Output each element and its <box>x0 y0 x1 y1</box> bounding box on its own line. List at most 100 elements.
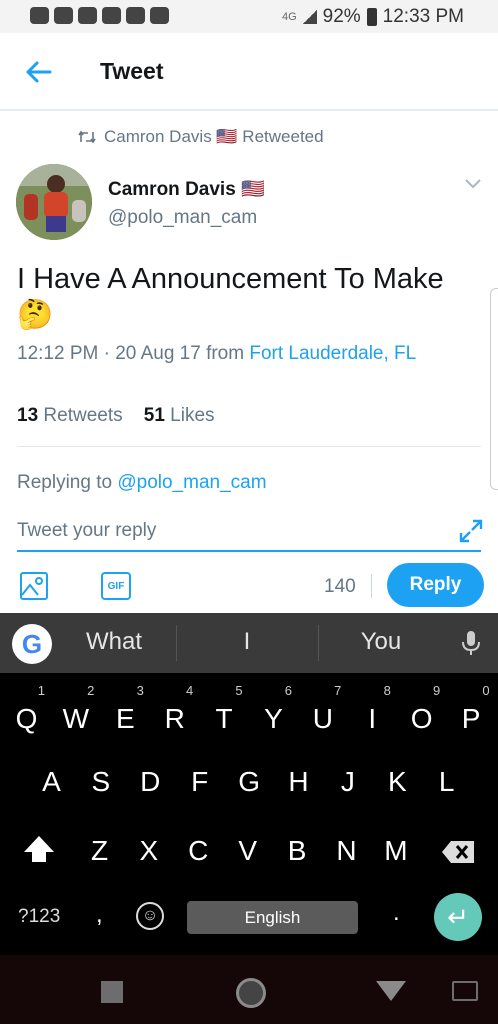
author-name[interactable]: Camron Davis 🇺🇸 <box>108 177 265 201</box>
back-arrow-icon[interactable] <box>22 55 56 89</box>
key-number-hint: 5 <box>235 683 243 698</box>
tweet-time: 12:12 PM · 20 Aug 17 <box>17 343 201 364</box>
page-title: Tweet <box>100 58 164 84</box>
battery-percent: 92% <box>322 6 361 27</box>
key-number-hint: 4 <box>185 683 194 698</box>
key-label: P <box>461 703 481 734</box>
podcast-icon <box>126 7 145 24</box>
key-u[interactable]: 7U <box>298 683 347 735</box>
location-link[interactable]: Fort Lauderdale, FL <box>249 343 416 364</box>
author-handle[interactable]: @polo_man_cam <box>108 207 257 229</box>
key-w[interactable]: 2W <box>51 683 100 735</box>
reply-input[interactable] <box>17 512 481 552</box>
key-number-hint: 8 <box>383 683 391 698</box>
suggestion[interactable]: You <box>336 628 426 656</box>
key-b[interactable]: B <box>273 835 322 867</box>
recents-button[interactable] <box>101 981 123 1003</box>
key-l[interactable]: L <box>422 766 471 798</box>
key-a[interactable]: A <box>27 766 76 798</box>
tweet-text: I Have A Announcement To Make 🤔 <box>17 263 444 331</box>
key-x[interactable]: X <box>124 835 173 867</box>
key-e[interactable]: 3E <box>101 683 150 735</box>
emoji-key[interactable]: ☺ <box>136 902 164 930</box>
key-label: Y <box>264 703 283 734</box>
key-r[interactable]: 4R <box>150 683 199 735</box>
expand-icon[interactable] <box>458 518 484 544</box>
key-h[interactable]: H <box>274 766 323 798</box>
google-icon[interactable]: G <box>12 624 52 664</box>
chevron-down-icon[interactable] <box>464 178 482 190</box>
signal-icon <box>302 10 317 24</box>
status-right: 4G 92% 12:33 PM <box>282 6 464 28</box>
avatar-image <box>16 164 92 240</box>
key-t[interactable]: 5T <box>200 683 249 735</box>
key-label: O <box>410 703 433 734</box>
key-d[interactable]: D <box>126 766 175 798</box>
period-key[interactable]: . <box>393 899 400 927</box>
retweets-count: 13 <box>17 405 39 426</box>
avatar[interactable] <box>16 164 92 240</box>
notification-icons <box>30 7 169 24</box>
suggestion[interactable]: What <box>70 628 158 656</box>
app-icon <box>54 7 73 24</box>
image-icon[interactable] <box>19 571 49 601</box>
reply-button[interactable]: Reply <box>387 563 484 607</box>
key-o[interactable]: 9O <box>397 683 446 735</box>
suggestion[interactable]: I <box>202 628 292 656</box>
retweets-label: Retweets <box>43 405 123 426</box>
key-n[interactable]: N <box>322 835 371 867</box>
backspace-key[interactable] <box>441 840 475 864</box>
key-number-hint: 0 <box>482 683 490 698</box>
navigation-bar <box>0 955 498 1024</box>
back-button[interactable] <box>376 981 406 1001</box>
likes-count: 51 <box>143 405 165 426</box>
symbols-key[interactable]: ?123 <box>18 906 60 928</box>
likes-stat[interactable]: 51 Likes <box>144 405 215 426</box>
keyboard-switch-icon[interactable] <box>452 981 478 1001</box>
retweeted-by-label: Camron Davis 🇺🇸 Retweeted <box>104 127 324 146</box>
key-label: U <box>312 703 333 734</box>
key-m[interactable]: M <box>371 835 420 867</box>
suggestion-bar: G What I You <box>0 613 498 673</box>
key-q[interactable]: 1Q <box>2 683 51 735</box>
character-count: 140 <box>324 576 356 597</box>
replying-to-handle[interactable]: @polo_man_cam <box>117 472 266 493</box>
microphone-icon[interactable] <box>460 629 482 657</box>
key-number-hint: 3 <box>136 683 144 698</box>
comma-key[interactable]: , <box>96 901 103 929</box>
key-v[interactable]: V <box>223 835 272 867</box>
gif-icon[interactable]: GIF <box>101 572 131 600</box>
key-label: E <box>115 703 135 734</box>
from-label: from <box>206 343 245 364</box>
retweeted-by[interactable]: Camron Davis 🇺🇸 Retweeted <box>78 127 324 147</box>
key-s[interactable]: S <box>76 766 125 798</box>
key-number-hint: 9 <box>432 683 441 698</box>
key-p[interactable]: 0P <box>447 683 496 735</box>
key-number-hint: 7 <box>334 683 342 698</box>
key-number-hint: 1 <box>37 683 45 698</box>
status-bar: 4G 92% 12:33 PM <box>0 0 498 33</box>
replying-to-label: Replying to <box>17 472 113 493</box>
shift-key[interactable] <box>22 834 56 866</box>
enter-key[interactable]: ↵ <box>434 893 482 941</box>
divider <box>318 625 319 661</box>
key-k[interactable]: K <box>373 766 422 798</box>
tweet-stats: 13 Retweets 51 Likes <box>17 405 215 427</box>
key-i[interactable]: 8I <box>348 683 397 735</box>
key-label: T <box>215 703 233 734</box>
replying-to: Replying to @polo_man_cam <box>17 472 267 494</box>
key-c[interactable]: C <box>174 835 223 867</box>
key-z[interactable]: Z <box>75 835 124 867</box>
network-label: 4G <box>281 11 297 23</box>
keyboard: G What I You 1Q2W3E4R5T6Y7U8I9O0P ASDFGH… <box>0 613 498 955</box>
key-number-hint: 2 <box>87 683 95 698</box>
key-f[interactable]: F <box>175 766 224 798</box>
key-j[interactable]: J <box>323 766 372 798</box>
space-key[interactable]: English <box>187 901 358 934</box>
home-button[interactable] <box>236 978 266 1008</box>
key-g[interactable]: G <box>225 766 274 798</box>
scrollbar[interactable] <box>490 288 498 490</box>
key-y[interactable]: 6Y <box>249 683 298 735</box>
key-label: Q <box>15 703 38 734</box>
retweets-stat[interactable]: 13 Retweets <box>17 405 128 426</box>
